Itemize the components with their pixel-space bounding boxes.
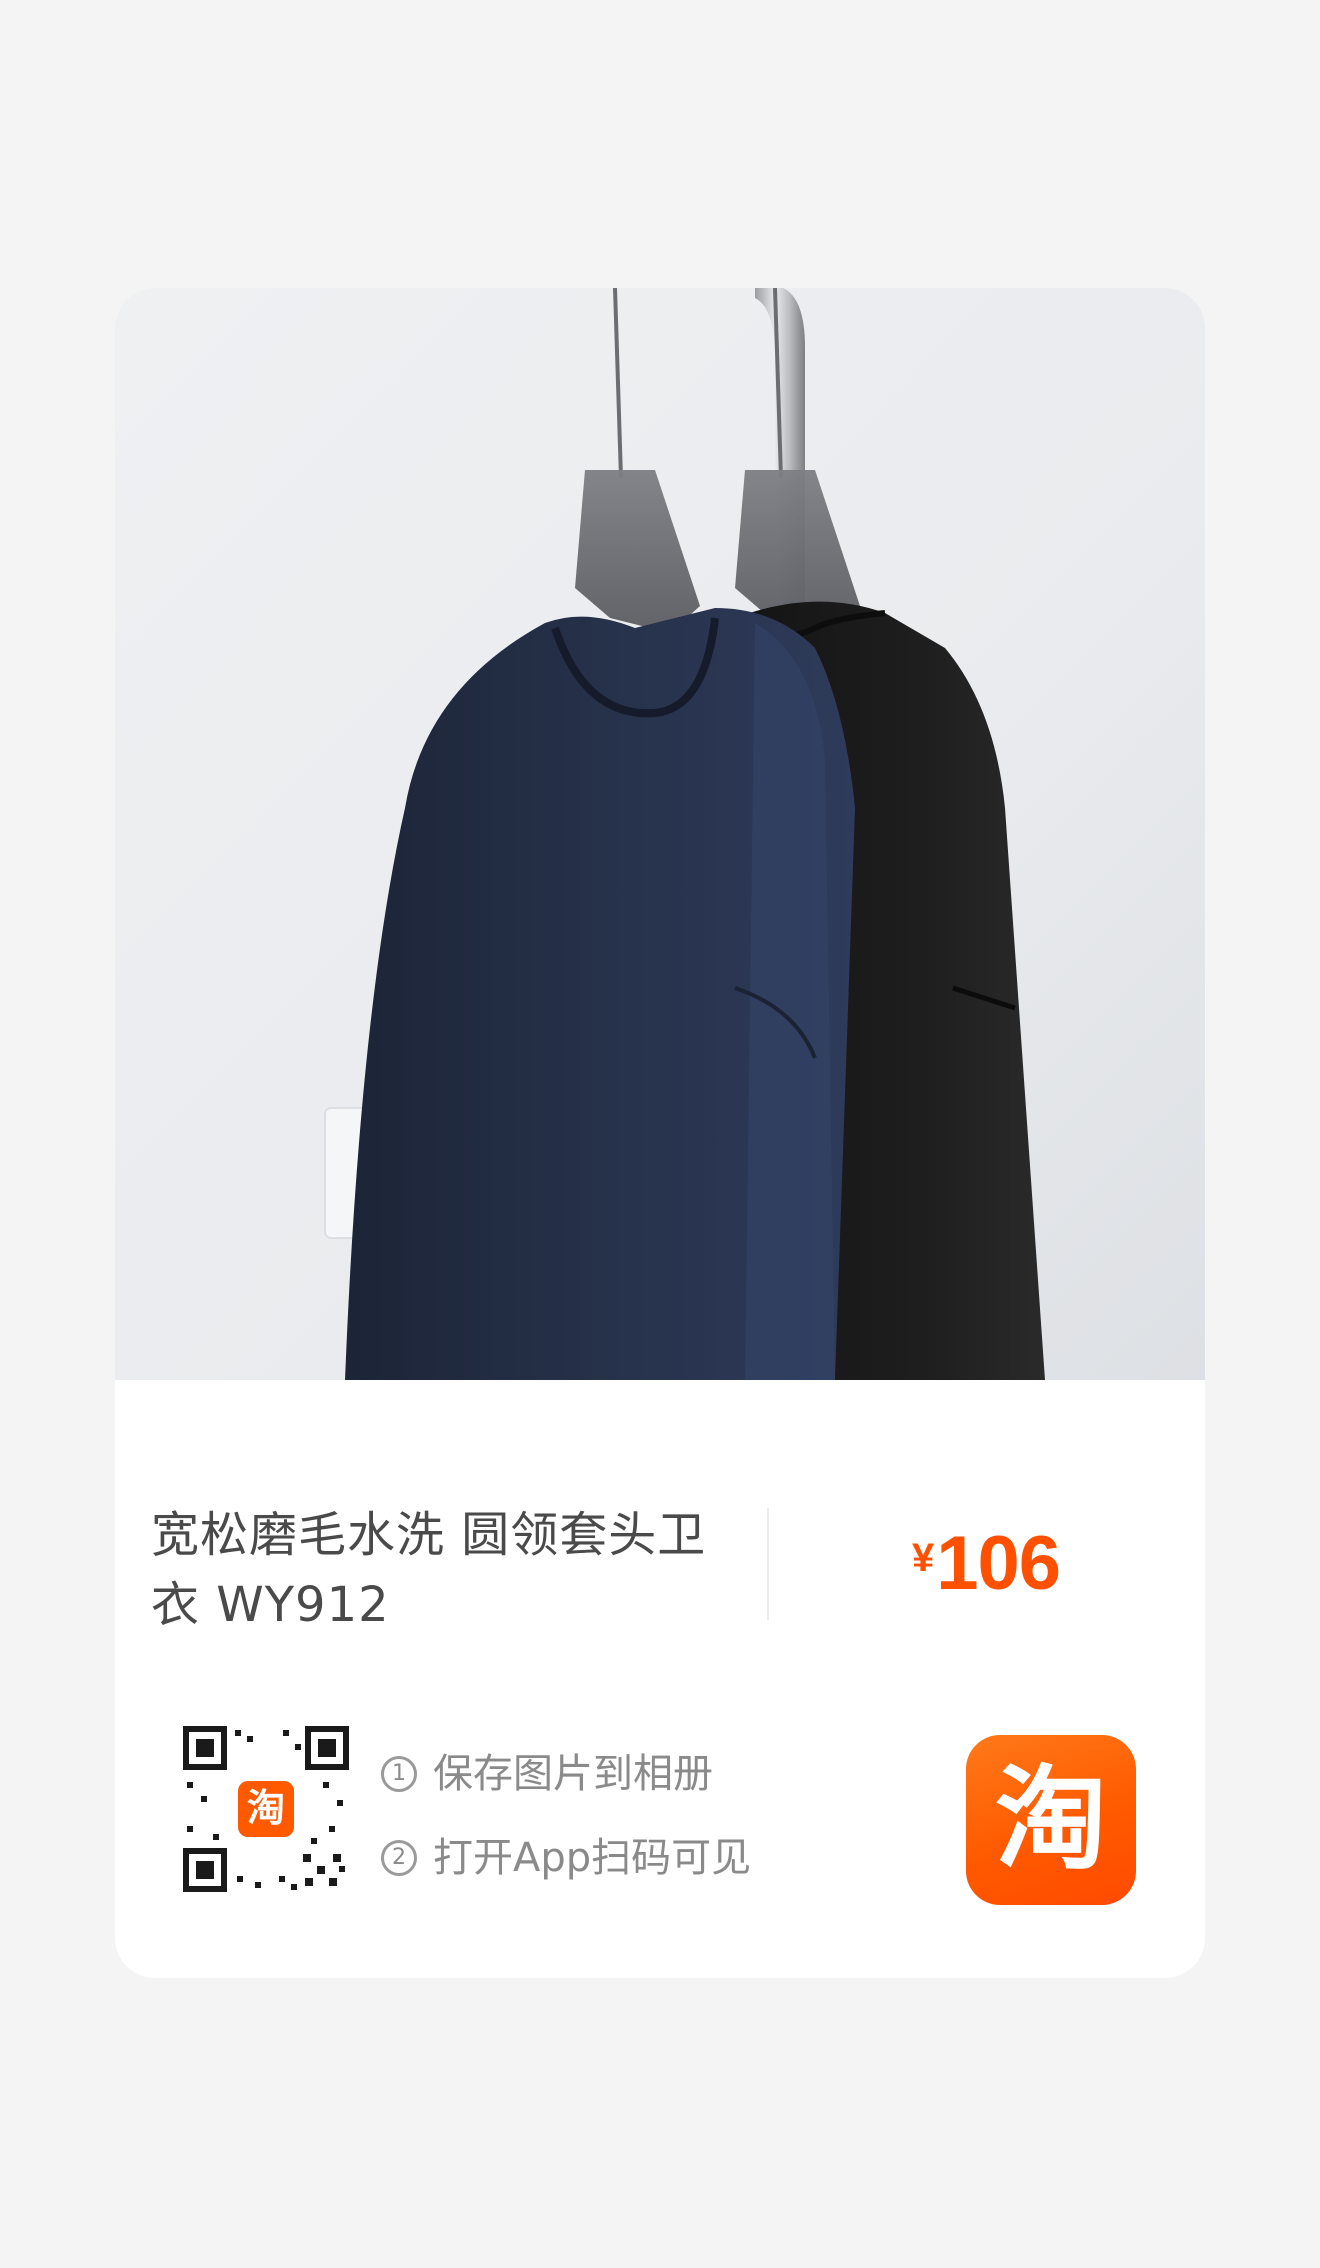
taobao-app-icon[interactable]: 淘	[966, 1735, 1136, 1905]
price-amount: 106	[936, 1521, 1061, 1606]
qr-code-icon: 淘	[183, 1726, 349, 1892]
product-photo[interactable]	[115, 288, 1205, 1380]
share-step: 1 保存图片到相册	[381, 1732, 751, 1816]
step-text: 打开App扫码可见	[433, 1835, 752, 1881]
qr-badge-char: 淘	[247, 1786, 285, 1830]
product-title[interactable]: 宽松磨毛水洗 圆领套头卫衣 WY912	[151, 1500, 731, 1640]
app-icon-char: 淘	[995, 1755, 1107, 1885]
share-card: 宽松磨毛水洗 圆领套头卫衣 WY912 ¥106 淘 1 保存图片到相册 2 打…	[115, 288, 1205, 1978]
step-number: 1	[381, 1756, 417, 1792]
price-currency: ¥	[911, 1536, 935, 1580]
share-steps: 1 保存图片到相册 2 打开App扫码可见	[381, 1732, 751, 1900]
share-step: 2 打开App扫码可见	[381, 1816, 751, 1900]
product-info-panel: 宽松磨毛水洗 圆领套头卫衣 WY912 ¥106 淘 1 保存图片到相册 2 打…	[115, 1380, 1205, 1978]
step-number: 2	[381, 1840, 417, 1876]
product-price: ¥106	[767, 1520, 1205, 1607]
step-text: 保存图片到相册	[433, 1751, 713, 1797]
